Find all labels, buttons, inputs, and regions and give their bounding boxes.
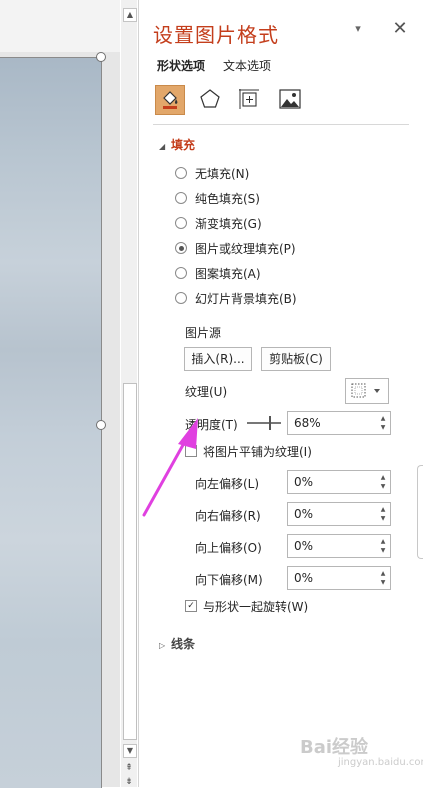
fill-section-header[interactable]: ◢ 填充 [159, 136, 195, 153]
scroll-down-icon: ▼ [126, 746, 134, 755]
radio-button[interactable] [175, 267, 187, 279]
insert-button[interactable]: 插入(R)... [184, 347, 252, 371]
fill-line-tab[interactable] [155, 85, 185, 115]
picture-icon [279, 89, 301, 109]
radio-button[interactable] [175, 292, 187, 304]
offset-top-label: 向上偏移(O) [195, 541, 262, 555]
offset-top-spinner[interactable]: 0% ▲ ▼ [287, 534, 391, 558]
spin-down-icon[interactable]: ▼ [379, 516, 387, 522]
resize-handle-top-right[interactable] [96, 52, 106, 62]
resize-handle-right[interactable] [96, 420, 106, 430]
spin-up-icon[interactable]: ▲ [379, 507, 387, 513]
watermark-logo: Bai经验 [300, 737, 369, 758]
offset-top-value[interactable]: 0% [294, 535, 313, 557]
tile-picture-label: 将图片平铺为纹理(I) [203, 445, 312, 459]
offset-bottom-spinner[interactable]: 0% ▲ ▼ [287, 566, 391, 590]
vertical-scrollbar[interactable]: ▲ ▼ ⇞ ⇟ [121, 0, 137, 787]
offset-left-spinner[interactable]: 0% ▲ ▼ [287, 470, 391, 494]
spin-down-icon[interactable]: ▼ [379, 580, 387, 586]
radio-picture-texture-fill[interactable]: 图片或纹理填充(P) [175, 239, 296, 257]
offset-right-spinner[interactable]: 0% ▲ ▼ [287, 502, 391, 526]
spin-down-icon[interactable]: ▼ [379, 484, 387, 490]
selected-picture[interactable] [0, 57, 102, 788]
offset-bottom-label: 向下偏移(M) [195, 573, 263, 587]
transparency-label: 透明度(T) [185, 418, 238, 432]
radio-solid-fill[interactable]: 纯色填充(S) [175, 189, 260, 207]
radio-label: 图片或纹理填充(P) [195, 241, 296, 256]
tab-shape-options[interactable]: 形状选项 [157, 57, 205, 74]
picture-source-label: 图片源 [185, 326, 222, 340]
slide-canvas [0, 0, 120, 788]
close-icon: ✕ [392, 18, 408, 39]
offset-left-label: 向左偏移(L) [195, 477, 260, 491]
previous-slide-button[interactable]: ⇞ [124, 762, 134, 774]
radio-label: 渐变填充(G) [195, 216, 262, 231]
texture-label: 纹理(U) [185, 385, 228, 399]
effects-pentagon-icon [200, 89, 220, 108]
texture-swatch-icon [351, 383, 380, 398]
radio-label: 幻灯片背景填充(B) [195, 291, 297, 306]
spin-up-icon[interactable]: ▲ [379, 416, 387, 422]
texture-picker[interactable] [345, 378, 389, 404]
fill-section-label: 填充 [171, 138, 196, 152]
picture-tab[interactable] [276, 85, 304, 113]
scroll-up-icon: ▲ [126, 10, 134, 19]
checkmark-icon: ✓ [187, 601, 195, 611]
radio-label: 无填充(N) [195, 166, 250, 181]
chevron-down-icon: ▾ [355, 22, 361, 35]
spin-up-icon[interactable]: ▲ [379, 571, 387, 577]
radio-pattern-fill[interactable]: 图案填充(A) [175, 264, 261, 282]
expanded-triangle-icon: ◢ [159, 142, 166, 151]
pane-title: 设置图片格式 [153, 23, 279, 47]
scroll-up-button[interactable]: ▲ [123, 8, 137, 22]
radio-button[interactable] [175, 167, 187, 179]
effects-tab[interactable] [196, 85, 224, 113]
watermark-url: jingyan.baidu.com [338, 757, 423, 768]
pane-options-button[interactable]: ▾ [351, 22, 365, 35]
collapsed-triangle-icon: ▷ [159, 641, 166, 650]
radio-label: 图案填充(A) [195, 266, 261, 281]
slider-knob[interactable] [269, 416, 271, 430]
radio-button-selected[interactable] [175, 242, 187, 254]
canvas-margin [0, 0, 120, 52]
fill-line-icon [163, 91, 178, 109]
spin-up-icon[interactable]: ▲ [379, 539, 387, 545]
radio-no-fill[interactable]: 无填充(N) [175, 164, 249, 182]
format-picture-pane: 设置图片格式 ▾ ✕ 形状选项 文本选项 ◢ 填充 无填充(N) 纯色填充(S)… [138, 0, 423, 787]
divider [153, 124, 409, 125]
size-properties-tab[interactable] [235, 85, 263, 113]
rotate-with-shape-checkbox[interactable]: ✓ [185, 600, 197, 612]
rotate-with-shape-label: 与形状一起旋转(W) [203, 600, 309, 614]
offset-right-value[interactable]: 0% [294, 503, 313, 525]
scroll-down-button[interactable]: ▼ [123, 744, 137, 758]
spin-down-icon[interactable]: ▼ [379, 425, 387, 431]
previous-slide-icon: ⇞ [125, 763, 133, 773]
transparency-spinner[interactable]: 68% ▲ ▼ [287, 411, 391, 435]
pane-edge-tab[interactable] [417, 465, 423, 559]
transparency-slider[interactable] [247, 416, 281, 430]
tile-picture-checkbox[interactable] [185, 445, 197, 457]
next-slide-icon: ⇟ [125, 777, 133, 787]
radio-label: 纯色填充(S) [195, 191, 260, 206]
spin-up-icon[interactable]: ▲ [379, 475, 387, 481]
clipboard-button[interactable]: 剪贴板(C) [261, 347, 331, 371]
line-section-header[interactable]: ▷ 线条 [159, 635, 195, 652]
spin-down-icon[interactable]: ▼ [379, 548, 387, 554]
size-properties-icon [239, 89, 259, 109]
radio-slide-background-fill[interactable]: 幻灯片背景填充(B) [175, 289, 297, 307]
offset-left-value[interactable]: 0% [294, 471, 313, 493]
radio-button[interactable] [175, 192, 187, 204]
scrollbar-thumb[interactable] [123, 383, 137, 740]
line-section-label: 线条 [171, 637, 196, 651]
radio-dot [178, 245, 184, 251]
tab-text-options[interactable]: 文本选项 [223, 57, 271, 74]
next-slide-button[interactable]: ⇟ [124, 776, 134, 788]
radio-gradient-fill[interactable]: 渐变填充(G) [175, 214, 262, 232]
pane-close-button[interactable]: ✕ [391, 18, 409, 39]
transparency-value[interactable]: 68% [294, 412, 321, 434]
offset-right-label: 向右偏移(R) [195, 509, 261, 523]
offset-bottom-value[interactable]: 0% [294, 567, 313, 589]
radio-button[interactable] [175, 217, 187, 229]
